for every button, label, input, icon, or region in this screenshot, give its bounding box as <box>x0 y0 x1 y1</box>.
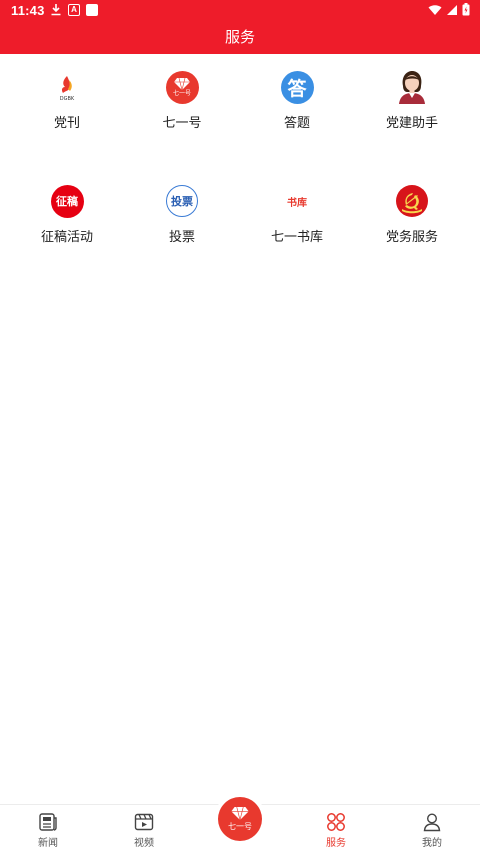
service-dangjian-assistant[interactable]: 党建助手 <box>352 70 472 131</box>
nav-label: 视频 <box>134 838 154 849</box>
service-shuku[interactable]: 书库 七一书库 <box>237 184 357 246</box>
nav-service[interactable]: 服务 <box>288 811 384 849</box>
service-dangwu[interactable]: 党务服务 <box>352 184 472 245</box>
dangkan-logo-icon: DGBK <box>50 70 84 104</box>
service-label: 答题 <box>283 116 310 131</box>
nav-video[interactable]: 视频 <box>96 811 192 849</box>
nav-label: 新闻 <box>38 838 58 849</box>
service-toupiao[interactable]: 投票 投票 <box>122 184 242 245</box>
toupiao-icon-text: 投票 <box>171 195 193 208</box>
dati-icon-text: 答 <box>287 77 307 100</box>
center-qiyihao-button[interactable]: 七一号 <box>218 797 262 841</box>
profile-icon <box>384 811 480 833</box>
nav-label: 服务 <box>326 838 346 849</box>
zhenggao-icon: 征稿 <box>50 184 84 218</box>
status-bar: 11:43 A <box>0 0 480 20</box>
service-label: 征稿活动 <box>40 230 93 245</box>
battery-icon <box>462 3 470 16</box>
video-icon <box>96 811 192 833</box>
signal-icon <box>447 4 457 15</box>
nav-profile[interactable]: 我的 <box>384 811 480 849</box>
service-qiyihao[interactable]: 七一号 七一号 <box>122 70 242 131</box>
news-icon <box>0 811 96 833</box>
service-label: 党刊 <box>53 116 80 131</box>
qiyihao-icon-text: 七一号 <box>172 89 191 97</box>
qiyihao-diamond-icon: 七一号 <box>165 70 199 104</box>
party-emblem-icon <box>395 184 429 218</box>
square-icon <box>86 3 98 16</box>
center-button-label: 七一号 <box>228 821 252 831</box>
nav-label: 我的 <box>422 838 442 849</box>
service-zhenggao[interactable]: 征稿 征稿活动 <box>7 184 127 245</box>
service-label: 党务服务 <box>385 230 438 245</box>
service-dangkan[interactable]: DGBK 党刊 <box>7 70 127 131</box>
status-time: 11:43 <box>11 3 45 18</box>
service-label: 党建助手 <box>385 116 438 131</box>
svg-text:DGBK: DGBK <box>60 96 75 102</box>
qiyihao-diamond-icon <box>231 806 249 820</box>
toupiao-icon: 投票 <box>166 185 198 217</box>
wifi-icon <box>428 4 442 15</box>
download-icon <box>51 4 61 16</box>
dati-icon: 答 <box>280 70 314 104</box>
service-dati[interactable]: 答 答题 <box>237 70 357 131</box>
shuku-icon-text: 书库 <box>287 197 307 209</box>
a-icon: A <box>68 3 80 16</box>
service-label: 投票 <box>168 230 195 245</box>
service-label: 七一书库 <box>270 230 323 245</box>
nav-news[interactable]: 新闻 <box>0 811 96 849</box>
shuku-icon: 书库 <box>280 184 314 218</box>
header: 服务 <box>0 20 480 54</box>
page-title: 服务 <box>224 28 255 46</box>
service-grid-icon <box>288 811 384 833</box>
service-label: 七一号 <box>162 116 202 131</box>
assistant-avatar-icon <box>395 70 429 104</box>
zhenggao-icon-text: 征稿 <box>56 195 78 208</box>
